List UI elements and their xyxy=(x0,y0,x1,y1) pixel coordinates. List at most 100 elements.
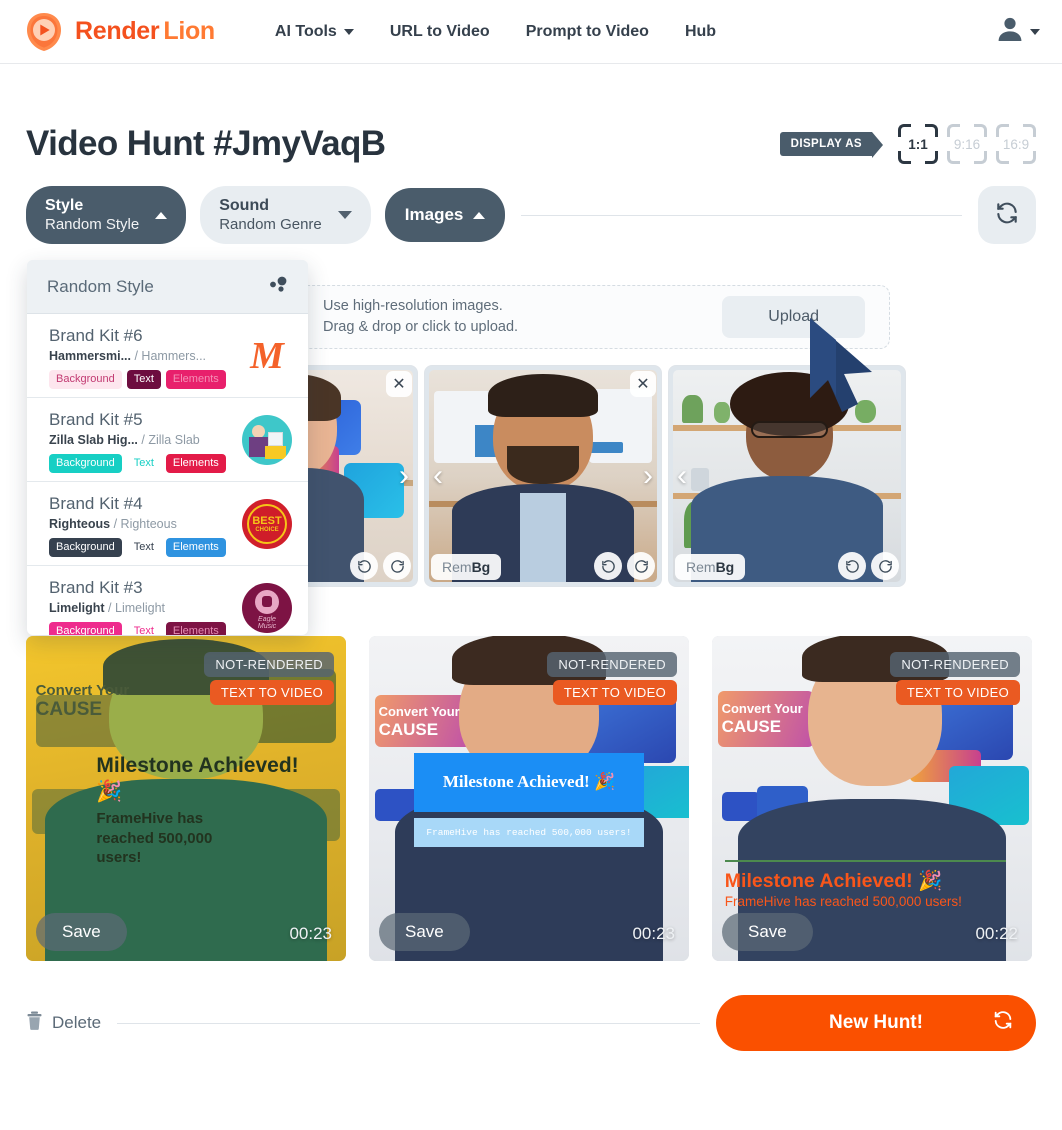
ratio-button-1-1[interactable]: 1:1 xyxy=(898,124,938,164)
rotate-left-icon[interactable] xyxy=(594,552,622,580)
thumbnail-close-icon[interactable]: ✕ xyxy=(630,371,656,397)
thumbnail-rotate-controls xyxy=(838,552,899,580)
ratio-label-1-1: 1:1 xyxy=(908,136,928,152)
images-label: Images xyxy=(404,205,464,224)
upload-button[interactable]: Upload xyxy=(722,296,865,338)
remove-background-button[interactable]: RemBg xyxy=(431,554,502,580)
video-card[interactable]: Convert Your CAUSE Milestone Achieved! 🎉… xyxy=(26,636,346,961)
delete-button[interactable]: Delete xyxy=(26,1011,101,1035)
chip-elements: Elements xyxy=(165,538,226,557)
style-selector-button[interactable]: Style Random Style xyxy=(26,186,187,244)
sound-selector-button[interactable]: Sound Random Genre xyxy=(200,186,371,244)
chip-background: Background xyxy=(49,454,122,473)
nav-item-hub[interactable]: Hub xyxy=(685,23,716,41)
thumbnail-prev-icon[interactable]: ‹ xyxy=(677,461,687,491)
regenerate-button[interactable] xyxy=(978,186,1036,244)
thumbnail-next-icon[interactable]: › xyxy=(643,461,653,491)
thumbnail-rotate-controls xyxy=(350,552,411,580)
save-button[interactable]: Save xyxy=(36,913,127,951)
nav-item-url-to-video[interactable]: URL to Video xyxy=(390,23,490,41)
nav-item-ai-tools[interactable]: AI Tools xyxy=(275,23,354,41)
delete-label: Delete xyxy=(52,1013,102,1032)
brand-kit-chips: Background Text Elements xyxy=(49,622,232,635)
rotate-right-icon[interactable] xyxy=(871,552,899,580)
brand-kit-font-secondary: Righteous xyxy=(120,517,177,531)
style-value: Random Style xyxy=(45,215,140,233)
display-as-label: DISPLAY AS xyxy=(779,132,884,158)
rotate-left-icon[interactable] xyxy=(838,552,866,580)
party-popper-emoji: 🎉 xyxy=(593,772,616,792)
brand-kit-fonts: Zilla Slab Hig... / Zilla Slab xyxy=(49,433,232,447)
chevron-down-icon xyxy=(1030,28,1040,35)
rotate-right-icon[interactable] xyxy=(383,552,411,580)
images-selector-button[interactable]: Images xyxy=(384,188,506,242)
ratio-button-16-9[interactable]: 16:9 xyxy=(996,124,1036,164)
brand-logo[interactable]: Render Lion xyxy=(22,10,215,54)
chip-text: Text xyxy=(126,370,161,389)
nav-label-prompt-to-video: Prompt to Video xyxy=(525,22,649,40)
card-bg-caption-line1: Convert Your xyxy=(35,681,130,699)
ratio-label-9-16: 9:16 xyxy=(953,136,981,152)
card-bg-caption-line1: Convert Your xyxy=(378,704,460,720)
nav-item-prompt-to-video[interactable]: Prompt to Video xyxy=(526,23,649,41)
upload-hint-line2: Drag & drop or click to upload. xyxy=(323,319,519,335)
video-card[interactable]: Convert Your CAUSE Milestone Achieved! 🎉… xyxy=(712,636,1032,961)
brand-kit-chips: Background Text Elements xyxy=(49,454,232,473)
trash-icon xyxy=(26,1011,43,1035)
card-overlay-title: Milestone Achieved! xyxy=(442,772,590,792)
image-thumbnail[interactable]: ✕ › xyxy=(296,365,418,587)
thumbnail-next-icon[interactable]: › xyxy=(399,461,409,491)
page-title: Video Hunt #JmyVaqB xyxy=(26,124,386,163)
save-button[interactable]: Save xyxy=(379,913,470,951)
card-overlay-body: FrameHive has reached 500,000 users! xyxy=(96,810,213,867)
chip-background: Background xyxy=(49,538,122,557)
brand-kit-font-primary: Zilla Slab Hig... xyxy=(49,433,138,447)
dropdown-item-brand-kit[interactable]: Brand Kit #5 Zilla Slab Hig... / Zilla S… xyxy=(27,398,308,482)
type-badge: TEXT TO VIDEO xyxy=(895,680,1020,705)
main-nav: AI Tools URL to Video Prompt to Video Hu… xyxy=(275,23,716,41)
rembg-prefix: Rem xyxy=(442,559,472,575)
dropdown-item-random-style[interactable]: Random Style xyxy=(27,260,308,314)
video-duration: 00:22 xyxy=(975,924,1018,943)
thumbnail-close-icon[interactable]: ✕ xyxy=(386,371,412,397)
nav-label-hub: Hub xyxy=(684,22,717,40)
brand-kit-name: Brand Kit #4 xyxy=(49,494,143,513)
brand-kit-name: Brand Kit #5 xyxy=(49,410,143,429)
rembg-suffix: Bg xyxy=(471,559,491,575)
refresh-icon xyxy=(992,1009,1014,1037)
brand-kit-fonts: Hammersmi... / Hammers... xyxy=(49,349,232,363)
dropdown-item-brand-kit[interactable]: Brand Kit #6 Hammersmi... / Hammers... B… xyxy=(27,314,308,398)
thumbnail-prev-icon[interactable]: ‹ xyxy=(433,461,443,491)
footer-actions: Delete New Hunt! xyxy=(26,995,1036,1051)
aspect-ratio-buttons: 1:1 9:16 16:9 xyxy=(898,124,1036,164)
card-bg-caption-line2: CAUSE xyxy=(35,698,103,720)
account-menu[interactable] xyxy=(995,14,1040,49)
rotate-left-icon[interactable] xyxy=(350,552,378,580)
chevron-down-icon xyxy=(343,28,354,35)
thumbnail-rotate-controls xyxy=(594,552,655,580)
image-thumbnail[interactable]: ✕ ‹ › RemBg xyxy=(424,365,662,587)
save-button[interactable]: Save xyxy=(722,913,813,951)
caret-up-icon xyxy=(473,211,486,219)
rotate-right-icon[interactable] xyxy=(627,552,655,580)
chip-text: Text xyxy=(126,622,161,635)
chip-background: Background xyxy=(49,370,122,389)
party-popper-emoji: 🎉 xyxy=(96,779,123,803)
dropdown-item-brand-kit[interactable]: Brand Kit #4 Righteous / Righteous Backg… xyxy=(27,482,308,566)
font-separator: / xyxy=(113,517,121,531)
refresh-icon xyxy=(994,200,1020,231)
video-card[interactable]: Convert Your CAUSE Milestone Achieved! 🎉… xyxy=(369,636,689,961)
new-hunt-button[interactable]: New Hunt! xyxy=(716,995,1036,1051)
video-duration: 00:23 xyxy=(632,924,675,943)
user-avatar-icon xyxy=(995,14,1025,49)
card-bg-caption-line2: CAUSE xyxy=(721,716,782,736)
dropdown-item-brand-kit[interactable]: Brand Kit #3 Limelight / Limelight Backg… xyxy=(27,566,308,635)
monogram-m-logo-icon: M xyxy=(242,331,292,381)
remove-background-button[interactable]: RemBg xyxy=(675,554,746,580)
eagle-music-owl-logo-icon: Eagle Music xyxy=(242,583,292,633)
image-thumbnail[interactable]: ‹ RemBg xyxy=(668,365,906,587)
chip-elements: Elements xyxy=(165,454,226,473)
ratio-button-9-16[interactable]: 9:16 xyxy=(947,124,987,164)
font-separator: / xyxy=(108,601,115,615)
status-badge: NOT-RENDERED xyxy=(204,652,334,677)
